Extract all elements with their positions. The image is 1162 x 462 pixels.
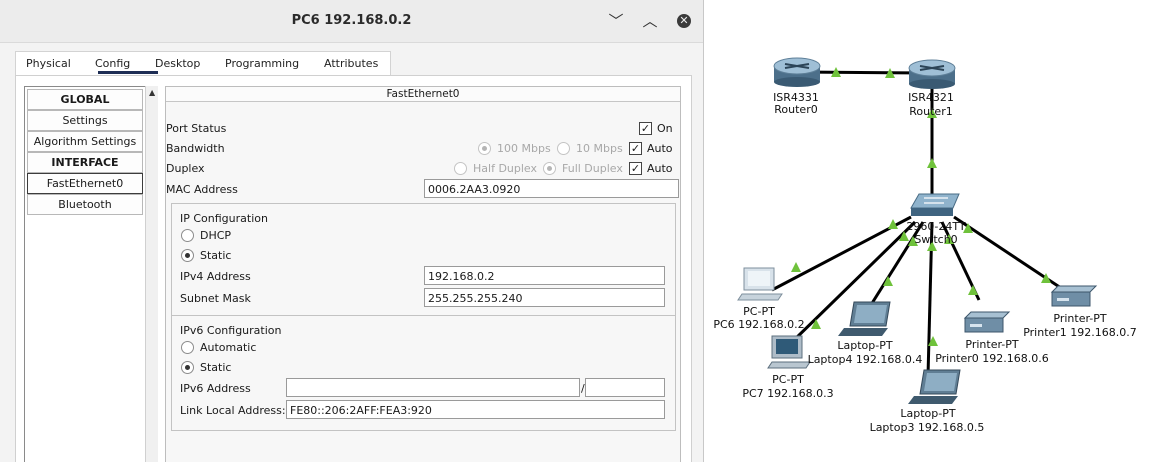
bandwidth-100-radio[interactable] bbox=[478, 142, 491, 155]
router1-model-label: ISR4321 bbox=[908, 91, 954, 104]
link-up-indicator bbox=[968, 285, 978, 295]
pc7-name-label: PC7 192.168.0.3 bbox=[742, 387, 834, 400]
laptop3-name-label: Laptop3 192.168.0.5 bbox=[869, 421, 985, 434]
duplex-label: Duplex bbox=[166, 162, 205, 175]
switch-name-label: Switch0 bbox=[914, 233, 958, 246]
printer1-type-label: Printer-PT bbox=[1053, 312, 1107, 325]
duplex-auto-checkbox[interactable]: ✓ bbox=[629, 162, 642, 175]
ipv6-config-title: IPv6 Configuration bbox=[180, 324, 282, 337]
active-tab-indicator bbox=[98, 71, 158, 74]
ipv4-address-field[interactable]: 192.168.0.2 bbox=[424, 266, 665, 285]
tab-programming[interactable]: Programming bbox=[225, 57, 299, 70]
router1-icon[interactable] bbox=[908, 59, 956, 89]
port-status-label: Port Status bbox=[166, 122, 227, 135]
full-duplex-label: Full Duplex bbox=[562, 162, 623, 175]
router1-name-label: Router1 bbox=[909, 105, 953, 118]
pc7-type-label: PC-PT bbox=[772, 373, 804, 386]
static-ip-radio[interactable] bbox=[181, 249, 194, 262]
ipv6-prefix-field[interactable] bbox=[585, 378, 665, 397]
window-titlebar[interactable]: PC6 192.168.0.2 ﹀ ︿ ✕ bbox=[0, 0, 703, 43]
tab-physical[interactable]: Physical bbox=[26, 57, 71, 70]
link-up-indicator bbox=[791, 262, 801, 272]
router0-name-label: Router0 bbox=[774, 103, 818, 116]
mac-address-field[interactable]: 0006.2AA3.0920 bbox=[424, 179, 679, 198]
pc6-config-window: PC6 192.168.0.2 ﹀ ︿ ✕ Physical Config De… bbox=[0, 0, 704, 462]
sidebar-item-settings[interactable]: Settings bbox=[27, 110, 143, 131]
dhcp-radio[interactable] bbox=[181, 229, 194, 242]
port-status-checkbox[interactable]: ✓ bbox=[639, 122, 652, 135]
half-duplex-label: Half Duplex bbox=[473, 162, 538, 175]
pc6-type-label: PC-PT bbox=[743, 305, 775, 318]
link-local-address-field[interactable]: FE80::206:2AFF:FEA3:920 bbox=[286, 400, 665, 419]
dhcp-label: DHCP bbox=[200, 229, 232, 242]
bandwidth-auto-label: Auto bbox=[647, 142, 673, 155]
printer1-name-label: Printer1 192.168.0.7 bbox=[1023, 326, 1137, 339]
sidebar-header-interface: INTERFACE bbox=[27, 152, 143, 173]
ipv6-static-label: Static bbox=[200, 361, 232, 374]
laptop3-type-label: Laptop-PT bbox=[900, 407, 956, 420]
ipv6-configuration-group: IPv6 Configuration Automatic Static IPv6… bbox=[171, 315, 676, 431]
sidebar-item-algorithm-settings[interactable]: Algorithm Settings bbox=[27, 131, 143, 152]
ipv4-address-label: IPv4 Address bbox=[180, 270, 251, 283]
mac-address-label: MAC Address bbox=[166, 183, 238, 196]
bandwidth-10-label: 10 Mbps bbox=[576, 142, 623, 155]
tab-attributes[interactable]: Attributes bbox=[324, 57, 378, 70]
tab-config[interactable]: Config bbox=[95, 57, 130, 70]
bandwidth-10-radio[interactable] bbox=[557, 142, 570, 155]
router0-icon[interactable] bbox=[773, 57, 821, 87]
bandwidth-100-label: 100 Mbps bbox=[497, 142, 551, 155]
link-local-address-label: Link Local Address: bbox=[180, 404, 286, 417]
sidebar-item-fastethernet0[interactable]: FastEthernet0 bbox=[27, 173, 143, 194]
half-duplex-radio[interactable] bbox=[454, 162, 467, 175]
bandwidth-label: Bandwidth bbox=[166, 142, 225, 155]
printer0-name-label: Printer0 192.168.0.6 bbox=[935, 352, 1049, 365]
pc6-icon[interactable] bbox=[737, 267, 783, 301]
ipv6-static-radio[interactable] bbox=[181, 361, 194, 374]
link-up-indicator bbox=[927, 158, 937, 168]
ipv6-automatic-radio[interactable] bbox=[181, 341, 194, 354]
pc7-icon[interactable] bbox=[767, 335, 811, 369]
minimize-button[interactable]: ﹀ bbox=[605, 10, 627, 32]
sidebar-scrollbar[interactable]: ▲ bbox=[145, 86, 158, 462]
ip-configuration-group: IP Configuration DHCP Static IPv4 Addres… bbox=[171, 203, 676, 316]
ip-config-title: IP Configuration bbox=[180, 212, 268, 225]
maximize-button[interactable]: ︿ bbox=[639, 10, 661, 32]
switch-model-label: 2960-24TT bbox=[906, 220, 966, 233]
port-status-on-label: On bbox=[657, 122, 673, 135]
laptop4-type-label: Laptop-PT bbox=[837, 339, 893, 352]
config-sidebar: GLOBAL Settings Algorithm Settings INTER… bbox=[24, 86, 146, 462]
ipv6-address-field[interactable] bbox=[286, 378, 580, 397]
bandwidth-auto-checkbox[interactable]: ✓ bbox=[629, 142, 642, 155]
panel-title: FastEthernet0 bbox=[166, 87, 680, 102]
printer0-icon[interactable] bbox=[963, 311, 1011, 333]
printer0-type-label: Printer-PT bbox=[965, 338, 1019, 351]
laptop4-name-label: Laptop4 192.168.0.4 bbox=[807, 353, 923, 366]
subnet-mask-field[interactable]: 255.255.255.240 bbox=[424, 288, 665, 307]
window-title: PC6 192.168.0.2 bbox=[291, 13, 412, 28]
ipv6-automatic-label: Automatic bbox=[200, 341, 257, 354]
ipv6-address-label: IPv6 Address bbox=[180, 382, 251, 395]
duplex-auto-label: Auto bbox=[647, 162, 673, 175]
switch-icon[interactable] bbox=[910, 193, 960, 216]
sidebar-item-bluetooth[interactable]: Bluetooth bbox=[27, 194, 143, 215]
printer1-icon[interactable] bbox=[1050, 285, 1098, 307]
sidebar-header-global: GLOBAL bbox=[27, 89, 143, 110]
full-duplex-radio[interactable] bbox=[543, 162, 556, 175]
laptop3-icon[interactable] bbox=[908, 369, 961, 404]
pc6-name-label: PC6 192.168.0.2 bbox=[713, 318, 805, 331]
close-button[interactable]: ✕ bbox=[677, 14, 691, 28]
tab-bar: Physical Config Desktop Programming Attr… bbox=[15, 51, 391, 76]
tab-desktop[interactable]: Desktop bbox=[155, 57, 200, 70]
subnet-mask-label: Subnet Mask bbox=[180, 292, 251, 305]
scroll-up-icon[interactable]: ▲ bbox=[149, 88, 155, 97]
laptop4-icon[interactable] bbox=[838, 301, 891, 336]
interface-panel: FastEthernet0 Port Status ✓ On Bandwidth… bbox=[165, 86, 681, 462]
static-ip-label: Static bbox=[200, 249, 232, 262]
